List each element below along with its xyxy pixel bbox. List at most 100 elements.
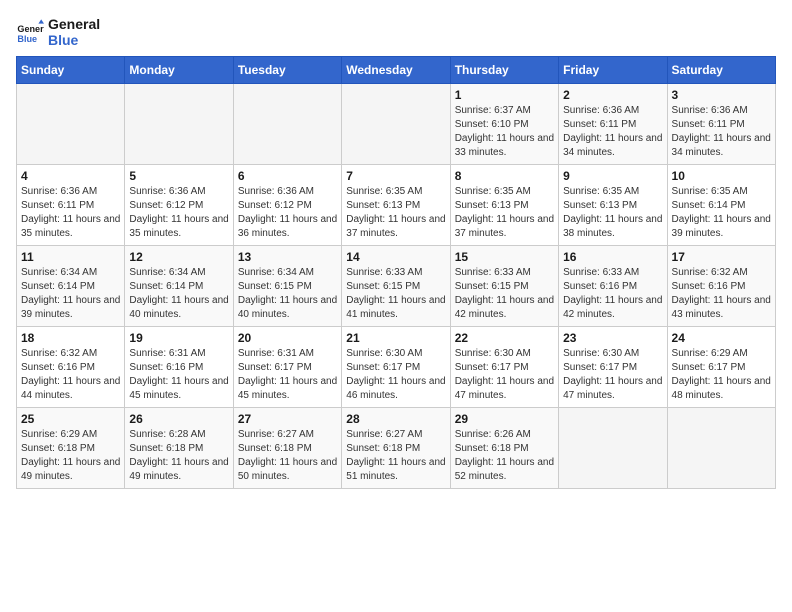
day-info: Sunrise: 6:34 AM Sunset: 6:15 PM Dayligh… (238, 266, 337, 322)
day-number: 14 (346, 250, 445, 264)
calendar-cell: 8 Sunrise: 6:35 AM Sunset: 6:13 PM Daylig… (450, 165, 558, 246)
day-number: 23 (563, 331, 662, 345)
day-number: 11 (21, 250, 120, 264)
calendar-cell (667, 408, 775, 489)
day-info: Sunrise: 6:30 AM Sunset: 6:17 PM Dayligh… (455, 347, 554, 403)
calendar-cell: 11 Sunrise: 6:34 AM Sunset: 6:14 PM Dayli… (17, 246, 125, 327)
calendar-header: SundayMondayTuesdayWednesdayThursdayFrid… (17, 57, 776, 84)
day-number: 22 (455, 331, 554, 345)
day-info: Sunrise: 6:36 AM Sunset: 6:12 PM Dayligh… (238, 185, 337, 241)
day-info: Sunrise: 6:36 AM Sunset: 6:12 PM Dayligh… (129, 185, 228, 241)
day-number: 25 (21, 412, 120, 426)
calendar-body: 1 Sunrise: 6:37 AM Sunset: 6:10 PM Daylig… (17, 84, 776, 489)
calendar-cell (342, 84, 450, 165)
day-number: 3 (672, 88, 771, 102)
calendar-cell (233, 84, 341, 165)
calendar-cell: 19 Sunrise: 6:31 AM Sunset: 6:16 PM Dayli… (125, 327, 233, 408)
day-number: 24 (672, 331, 771, 345)
day-number: 19 (129, 331, 228, 345)
calendar-cell (125, 84, 233, 165)
logo-icon: General Blue (16, 18, 44, 46)
calendar-cell: 22 Sunrise: 6:30 AM Sunset: 6:17 PM Dayli… (450, 327, 558, 408)
day-info: Sunrise: 6:27 AM Sunset: 6:18 PM Dayligh… (346, 428, 445, 484)
day-info: Sunrise: 6:36 AM Sunset: 6:11 PM Dayligh… (563, 104, 662, 160)
day-info: Sunrise: 6:28 AM Sunset: 6:18 PM Dayligh… (129, 428, 228, 484)
calendar-cell: 27 Sunrise: 6:27 AM Sunset: 6:18 PM Dayli… (233, 408, 341, 489)
calendar-cell: 16Sunrise: 6:33 AM Sunset: 6:16 PM Dayli… (559, 246, 667, 327)
calendar-week: 4 Sunrise: 6:36 AM Sunset: 6:11 PM Daylig… (17, 165, 776, 246)
day-info: Sunrise: 6:36 AM Sunset: 6:11 PM Dayligh… (21, 185, 120, 241)
day-number: 18 (21, 331, 120, 345)
calendar-cell: 25 Sunrise: 6:29 AM Sunset: 6:18 PM Dayli… (17, 408, 125, 489)
calendar-cell: 24 Sunrise: 6:29 AM Sunset: 6:17 PM Dayli… (667, 327, 775, 408)
day-info: Sunrise: 6:34 AM Sunset: 6:14 PM Dayligh… (129, 266, 228, 322)
day-number: 17 (672, 250, 771, 264)
calendar-cell: 9Sunrise: 6:35 AM Sunset: 6:13 PM Daylig… (559, 165, 667, 246)
day-info: Sunrise: 6:30 AM Sunset: 6:17 PM Dayligh… (563, 347, 662, 403)
day-number: 1 (455, 88, 554, 102)
calendar-cell: 17 Sunrise: 6:32 AM Sunset: 6:16 PM Dayli… (667, 246, 775, 327)
weekday-header: Tuesday (233, 57, 341, 84)
day-info: Sunrise: 6:33 AM Sunset: 6:16 PM Dayligh… (563, 266, 662, 322)
calendar-cell: 28Sunrise: 6:27 AM Sunset: 6:18 PM Dayli… (342, 408, 450, 489)
logo: General Blue General Blue (16, 16, 100, 48)
day-info: Sunrise: 6:37 AM Sunset: 6:10 PM Dayligh… (455, 104, 554, 160)
weekday-header: Thursday (450, 57, 558, 84)
calendar-week: 1 Sunrise: 6:37 AM Sunset: 6:10 PM Daylig… (17, 84, 776, 165)
day-number: 4 (21, 169, 120, 183)
calendar-cell: 14 Sunrise: 6:33 AM Sunset: 6:15 PM Dayli… (342, 246, 450, 327)
day-info: Sunrise: 6:36 AM Sunset: 6:11 PM Dayligh… (672, 104, 771, 160)
day-number: 5 (129, 169, 228, 183)
day-number: 21 (346, 331, 445, 345)
day-info: Sunrise: 6:32 AM Sunset: 6:16 PM Dayligh… (21, 347, 120, 403)
calendar-week: 18 Sunrise: 6:32 AM Sunset: 6:16 PM Dayli… (17, 327, 776, 408)
day-number: 26 (129, 412, 228, 426)
day-info: Sunrise: 6:33 AM Sunset: 6:15 PM Dayligh… (346, 266, 445, 322)
day-number: 9 (563, 169, 662, 183)
day-number: 13 (238, 250, 337, 264)
day-number: 12 (129, 250, 228, 264)
calendar-week: 11 Sunrise: 6:34 AM Sunset: 6:14 PM Dayli… (17, 246, 776, 327)
page-header: General Blue General Blue (16, 16, 776, 48)
calendar-cell: 12 Sunrise: 6:34 AM Sunset: 6:14 PM Dayli… (125, 246, 233, 327)
calendar-cell: 6 Sunrise: 6:36 AM Sunset: 6:12 PM Daylig… (233, 165, 341, 246)
calendar-cell: 26 Sunrise: 6:28 AM Sunset: 6:18 PM Dayli… (125, 408, 233, 489)
calendar-cell (559, 408, 667, 489)
day-number: 20 (238, 331, 337, 345)
day-number: 15 (455, 250, 554, 264)
calendar-cell: 5 Sunrise: 6:36 AM Sunset: 6:12 PM Daylig… (125, 165, 233, 246)
calendar-cell: 13 Sunrise: 6:34 AM Sunset: 6:15 PM Dayli… (233, 246, 341, 327)
day-number: 6 (238, 169, 337, 183)
day-info: Sunrise: 6:33 AM Sunset: 6:15 PM Dayligh… (455, 266, 554, 322)
calendar-cell: 1 Sunrise: 6:37 AM Sunset: 6:10 PM Daylig… (450, 84, 558, 165)
day-number: 10 (672, 169, 771, 183)
calendar-cell: 21 Sunrise: 6:30 AM Sunset: 6:17 PM Dayli… (342, 327, 450, 408)
day-info: Sunrise: 6:30 AM Sunset: 6:17 PM Dayligh… (346, 347, 445, 403)
day-number: 8 (455, 169, 554, 183)
day-info: Sunrise: 6:27 AM Sunset: 6:18 PM Dayligh… (238, 428, 337, 484)
calendar-cell: 29Sunrise: 6:26 AM Sunset: 6:18 PM Dayli… (450, 408, 558, 489)
day-info: Sunrise: 6:31 AM Sunset: 6:17 PM Dayligh… (238, 347, 337, 403)
day-info: Sunrise: 6:32 AM Sunset: 6:16 PM Dayligh… (672, 266, 771, 322)
weekday-header: Sunday (17, 57, 125, 84)
day-info: Sunrise: 6:29 AM Sunset: 6:17 PM Dayligh… (672, 347, 771, 403)
calendar-cell: 15 Sunrise: 6:33 AM Sunset: 6:15 PM Dayli… (450, 246, 558, 327)
day-info: Sunrise: 6:35 AM Sunset: 6:13 PM Dayligh… (455, 185, 554, 241)
calendar-table: SundayMondayTuesdayWednesdayThursdayFrid… (16, 56, 776, 489)
calendar-week: 25 Sunrise: 6:29 AM Sunset: 6:18 PM Dayli… (17, 408, 776, 489)
svg-text:General: General (17, 24, 44, 34)
calendar-cell: 10Sunrise: 6:35 AM Sunset: 6:14 PM Dayli… (667, 165, 775, 246)
logo-line1: General (48, 16, 100, 32)
day-number: 27 (238, 412, 337, 426)
svg-text:Blue: Blue (17, 34, 37, 44)
day-info: Sunrise: 6:29 AM Sunset: 6:18 PM Dayligh… (21, 428, 120, 484)
day-number: 7 (346, 169, 445, 183)
logo-line2: Blue (48, 32, 100, 48)
calendar-cell: 23 Sunrise: 6:30 AM Sunset: 6:17 PM Dayli… (559, 327, 667, 408)
day-info: Sunrise: 6:31 AM Sunset: 6:16 PM Dayligh… (129, 347, 228, 403)
day-info: Sunrise: 6:34 AM Sunset: 6:14 PM Dayligh… (21, 266, 120, 322)
calendar-cell: 3 Sunrise: 6:36 AM Sunset: 6:11 PM Daylig… (667, 84, 775, 165)
weekday-header: Friday (559, 57, 667, 84)
calendar-cell: 18 Sunrise: 6:32 AM Sunset: 6:16 PM Dayli… (17, 327, 125, 408)
weekday-header: Monday (125, 57, 233, 84)
